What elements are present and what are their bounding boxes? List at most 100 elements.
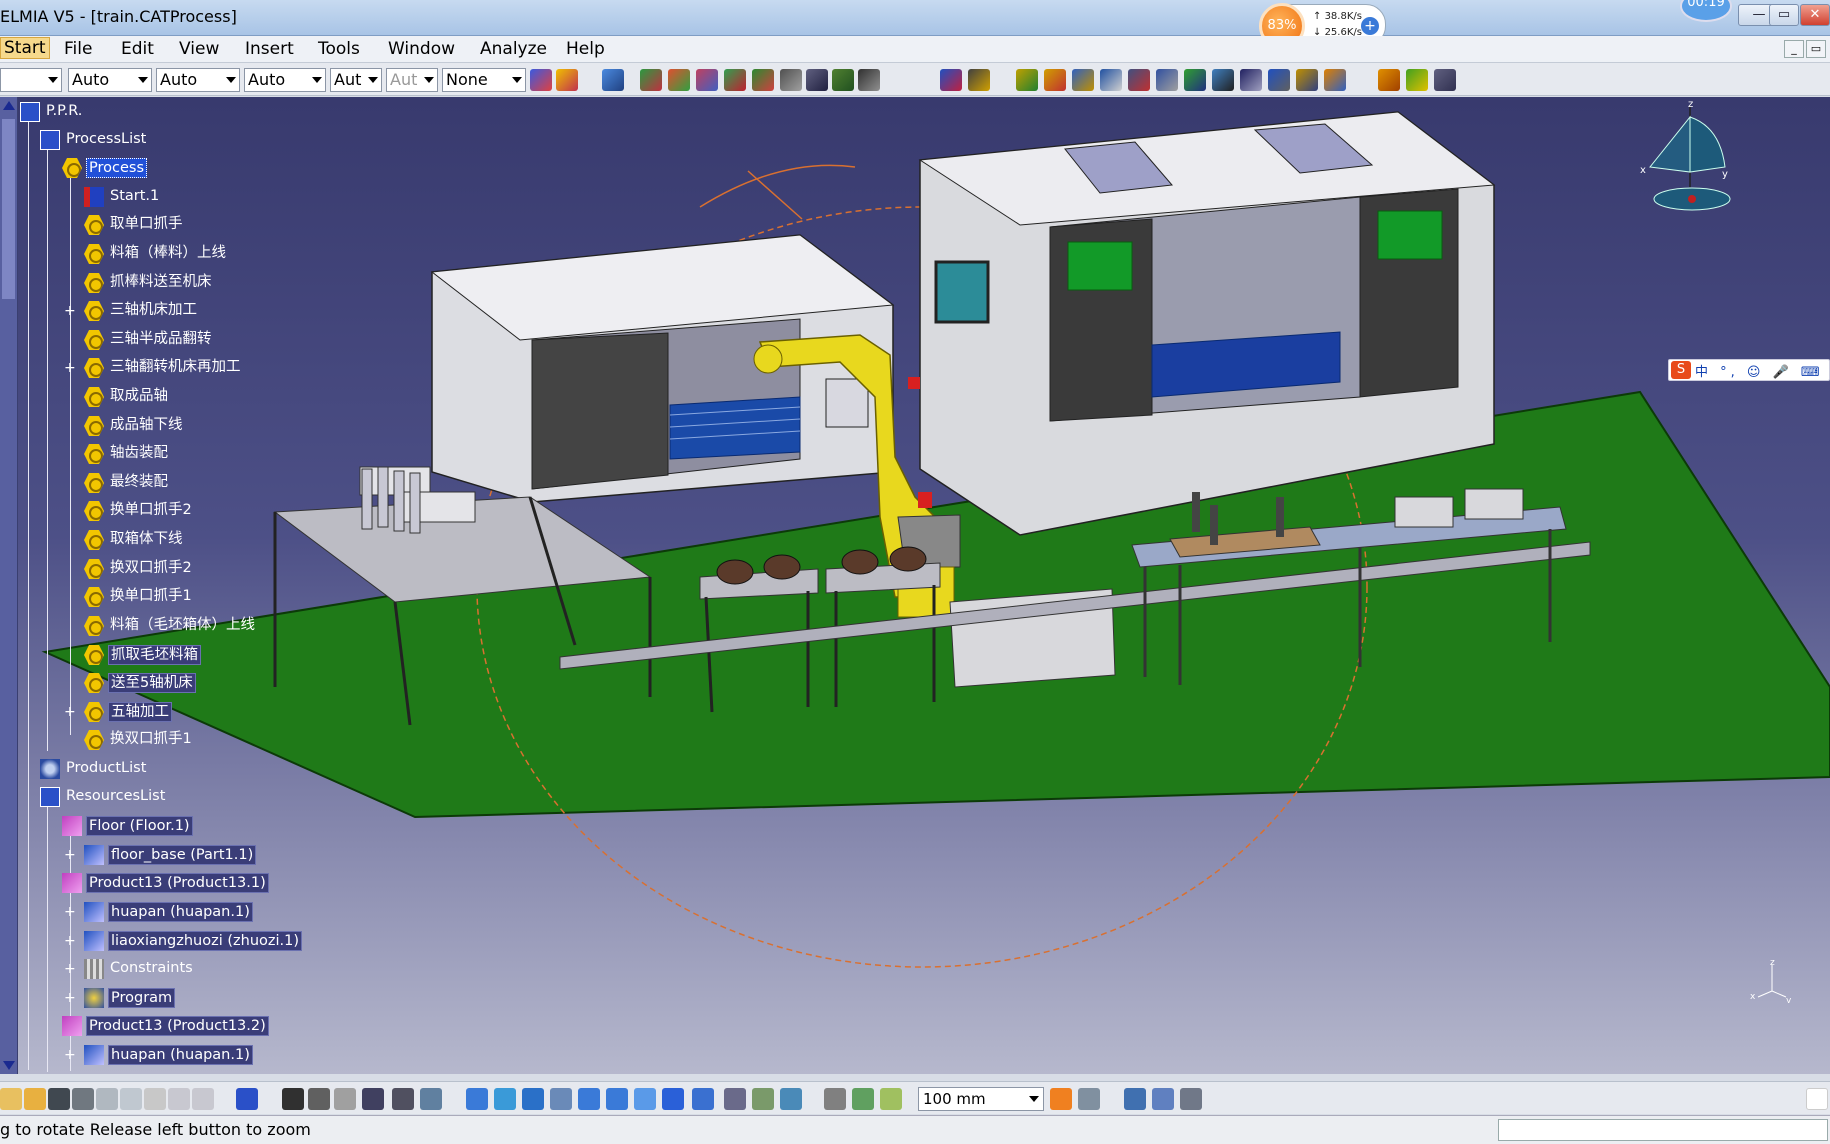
expand-plus-icon[interactable]: + <box>64 361 76 375</box>
teach-toggle-icon[interactable] <box>1050 1088 1072 1110</box>
menu-help[interactable]: Help <box>566 39 605 59</box>
cut-icon[interactable] <box>96 1088 118 1110</box>
zoom-in-icon[interactable] <box>578 1088 600 1110</box>
properties-icon[interactable] <box>556 69 578 91</box>
print-icon[interactable] <box>72 1088 94 1110</box>
expand-plus-icon[interactable]: + <box>64 991 76 1005</box>
shading-icon[interactable] <box>724 1088 746 1110</box>
menu-analyze[interactable]: Analyze <box>480 39 547 59</box>
tree-expand-icon[interactable] <box>1212 69 1234 91</box>
expand-plus-icon[interactable]: + <box>64 304 76 318</box>
measure-icon[interactable] <box>880 1088 902 1110</box>
color-combo[interactable]: Auto <box>68 68 152 92</box>
expand-plus-icon[interactable]: + <box>64 934 76 948</box>
power-input-field[interactable] <box>1498 1119 1828 1141</box>
signal-icon-2[interactable] <box>1406 69 1428 91</box>
activity-icon-4[interactable] <box>724 69 746 91</box>
menu-tools[interactable]: Tools <box>318 39 360 59</box>
pan-icon[interactable] <box>522 1088 544 1110</box>
table-icon[interactable] <box>1240 69 1262 91</box>
step-size-combo[interactable]: 100 mm <box>918 1087 1044 1111</box>
signal-icon-3[interactable] <box>1434 69 1456 91</box>
fly-icon[interactable] <box>466 1088 488 1110</box>
restore-button[interactable]: ▭ <box>1769 4 1799 26</box>
link-icon[interactable] <box>780 69 802 91</box>
expand-plus-icon[interactable]: + <box>64 1048 76 1062</box>
3d-viewport[interactable]: z x y S 中 °, ☺ 🎤 ⌨ z x y P.P.R. ProcessL… <box>0 97 1830 1074</box>
doc-restore-button[interactable]: ▭ <box>1806 40 1826 58</box>
fit-all-icon[interactable] <box>494 1088 516 1110</box>
ime-toolbar[interactable]: S 中 °, ☺ 🎤 ⌨ <box>1668 359 1830 381</box>
rotate-icon[interactable] <box>550 1088 572 1110</box>
reorder-icon[interactable] <box>832 69 854 91</box>
iso-view-icon[interactable] <box>692 1088 714 1110</box>
insert-resource-icon[interactable] <box>602 69 624 91</box>
simulation-icon-2[interactable] <box>968 69 990 91</box>
check-icon[interactable] <box>1184 69 1206 91</box>
point-type-combo[interactable]: Aut <box>386 68 438 92</box>
linetype-combo[interactable]: Auto <box>244 68 326 92</box>
play-icon[interactable] <box>1268 69 1290 91</box>
library-icon[interactable] <box>1152 1088 1174 1110</box>
menu-file[interactable]: File <box>64 39 92 59</box>
style-combo[interactable]: None <box>442 68 526 92</box>
help-icon[interactable] <box>236 1088 258 1110</box>
copy-icon[interactable] <box>120 1088 142 1110</box>
menu-start[interactable]: Start <box>0 37 50 59</box>
close-button[interactable]: ✕ <box>1800 4 1830 26</box>
robot-task-icon-5[interactable] <box>1128 69 1150 91</box>
lock-icon[interactable] <box>392 1088 414 1110</box>
expand-plus-icon[interactable]: + <box>64 905 76 919</box>
layer-combo[interactable] <box>0 68 62 92</box>
tree-scrollbar[interactable] <box>0 97 18 1074</box>
paste-icon[interactable] <box>144 1088 166 1110</box>
hierarchy-icon[interactable] <box>806 69 828 91</box>
robot-task-icon-2[interactable] <box>1044 69 1066 91</box>
activity-icon-2[interactable] <box>668 69 690 91</box>
swap-space-icon[interactable] <box>780 1088 802 1110</box>
painter-icon[interactable] <box>530 69 552 91</box>
catalog-icon[interactable] <box>1124 1088 1146 1110</box>
activity-icon-3[interactable] <box>696 69 718 91</box>
thickness-combo[interactable]: Aut <box>330 68 382 92</box>
redo-icon[interactable] <box>192 1088 214 1110</box>
scroll-up-arrow-icon[interactable] <box>3 101 15 110</box>
snap-icon[interactable] <box>852 1088 874 1110</box>
scroll-down-arrow-icon[interactable] <box>3 1061 15 1070</box>
menu-edit[interactable]: Edit <box>121 39 154 59</box>
sogou-icon[interactable]: S <box>1671 361 1691 379</box>
window-icon[interactable] <box>858 69 880 91</box>
activity-icon-5[interactable] <box>752 69 774 91</box>
expand-plus-icon[interactable]: + <box>64 705 76 719</box>
menu-insert[interactable]: Insert <box>245 39 294 59</box>
robot-task-icon-4[interactable] <box>1100 69 1122 91</box>
save-icon[interactable] <box>48 1088 70 1110</box>
scroll-thumb[interactable] <box>2 119 15 299</box>
robot-task-icon-6[interactable] <box>1156 69 1178 91</box>
open-icon[interactable] <box>24 1088 46 1110</box>
knowledge-icon[interactable] <box>334 1088 356 1110</box>
zoom-out-icon[interactable] <box>606 1088 628 1110</box>
multi-view-icon[interactable] <box>662 1088 684 1110</box>
normal-view-icon[interactable] <box>634 1088 656 1110</box>
robot-task-icon-1[interactable] <box>1016 69 1038 91</box>
transparency-combo[interactable]: Auto <box>156 68 240 92</box>
signal-icon-1[interactable] <box>1378 69 1400 91</box>
compass-snap-icon[interactable] <box>824 1088 846 1110</box>
hide-show-icon[interactable] <box>752 1088 774 1110</box>
expand-plus-icon[interactable]: + <box>64 848 76 862</box>
plus-icon[interactable]: + <box>1361 17 1379 35</box>
menu-window[interactable]: Window <box>388 39 455 59</box>
new-icon[interactable] <box>0 1088 22 1110</box>
robot-task-icon-3[interactable] <box>1072 69 1094 91</box>
simulation-icon-1[interactable] <box>940 69 962 91</box>
doc-minimize-button[interactable]: _ <box>1784 40 1804 58</box>
jog-mode-icon[interactable] <box>1078 1088 1100 1110</box>
parameters-icon[interactable] <box>420 1088 442 1110</box>
jog-icon[interactable] <box>1324 69 1346 91</box>
expand-plus-icon[interactable]: + <box>64 962 76 976</box>
compass-widget[interactable]: z x y <box>1630 97 1750 217</box>
menu-view[interactable]: View <box>179 39 219 59</box>
table-icon[interactable] <box>362 1088 384 1110</box>
undo-icon[interactable] <box>168 1088 190 1110</box>
